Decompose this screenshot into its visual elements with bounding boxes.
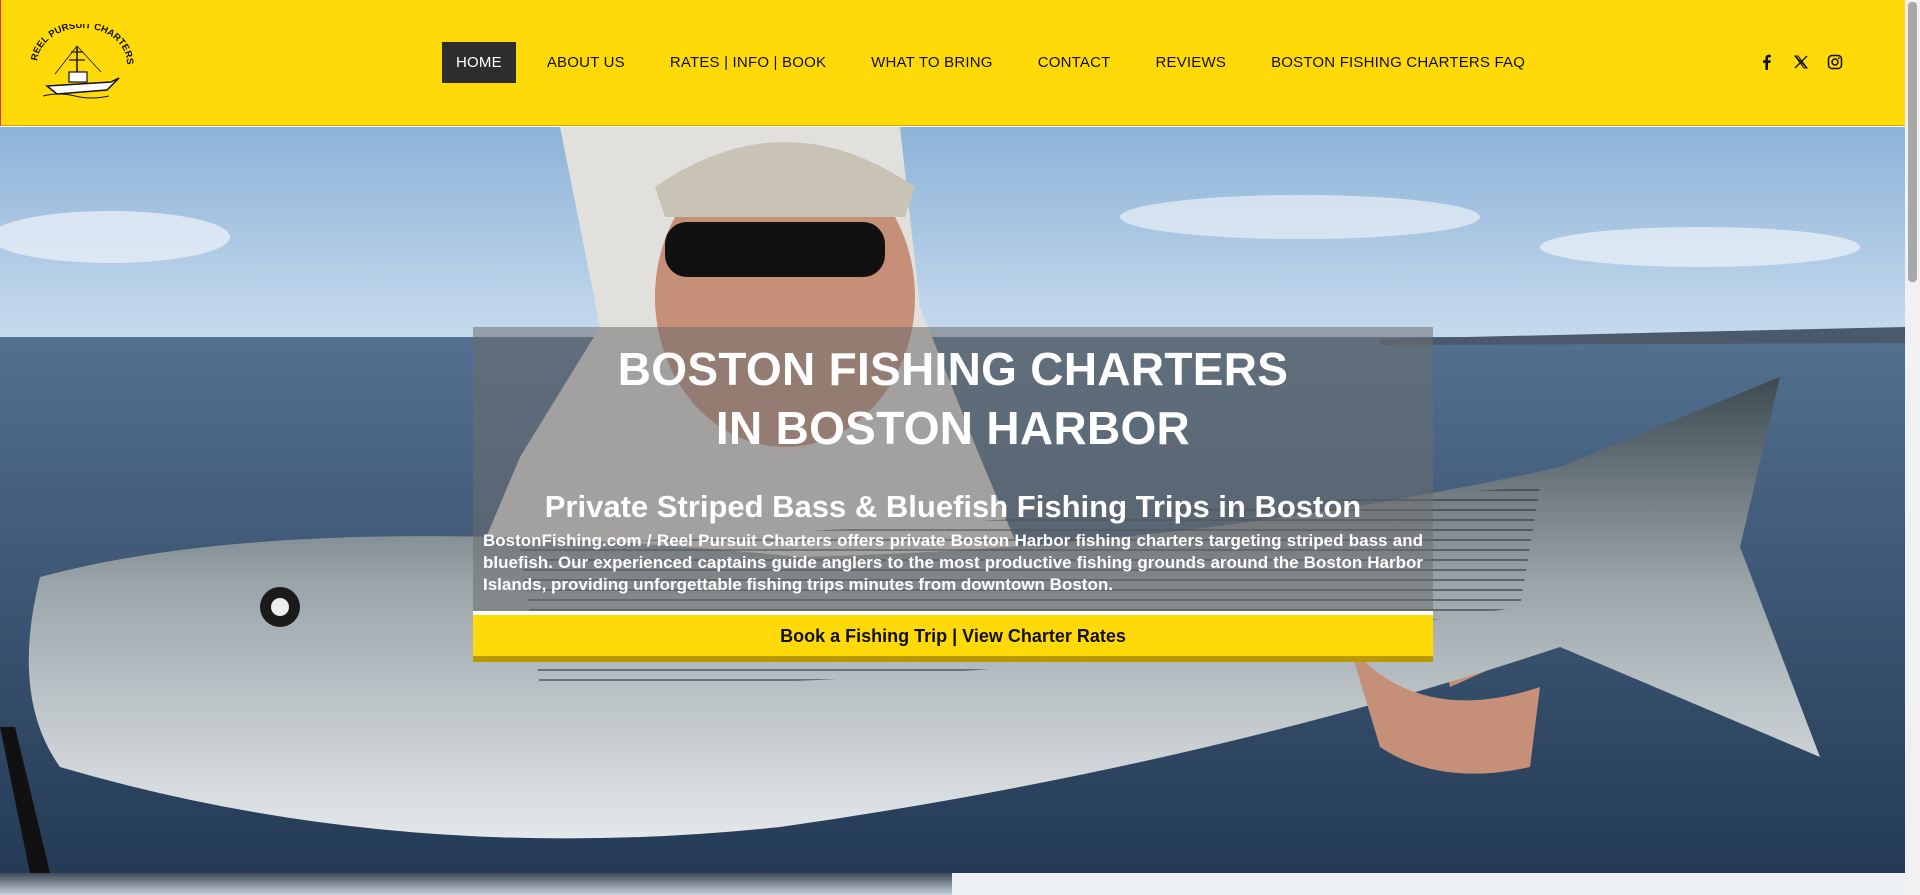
hero-description: BostonFishing.com / Reel Pursuit Charter… [483, 531, 1423, 594]
hero-title-line1: BOSTON FISHING CHARTERS [617, 343, 1289, 395]
site-header: REEL PURSUIT CHARTERS HOME ABOUT US RATE… [0, 0, 1905, 126]
reel-pursuit-logo[interactable]: REEL PURSUIT CHARTERS [29, 20, 135, 104]
nav-item-reviews[interactable]: REVIEWS [1141, 42, 1240, 83]
nav-item-rates-info-book[interactable]: RATES | INFO | BOOK [656, 42, 840, 83]
hero-title: BOSTON FISHING CHARTERS IN BOSTON HARBOR [473, 340, 1433, 458]
main-nav: HOME ABOUT US RATES | INFO | BOOK WHAT T… [442, 42, 1556, 83]
hero-title-line2: IN BOSTON HARBOR [715, 402, 1191, 454]
book-trip-button[interactable]: Book a Fishing Trip | View Charter Rates [473, 611, 1433, 662]
next-section-panel [952, 873, 1905, 895]
nav-item-contact[interactable]: CONTACT [1024, 42, 1125, 83]
x-twitter-icon[interactable] [1793, 54, 1809, 70]
nav-item-faq[interactable]: BOSTON FISHING CHARTERS FAQ [1257, 42, 1539, 83]
nav-item-home[interactable]: HOME [442, 42, 516, 83]
social-links [1759, 54, 1843, 70]
next-section-image [0, 873, 952, 895]
nav-item-about-us[interactable]: ABOUT US [533, 42, 639, 83]
facebook-icon[interactable] [1759, 54, 1775, 70]
hero-subtitle: Private Striped Bass & Bluefish Fishing … [544, 489, 1362, 524]
hero-section: BOSTON FISHING CHARTERS IN BOSTON HARBOR… [0, 127, 1905, 873]
instagram-icon[interactable] [1827, 54, 1843, 70]
svg-text:REEL PURSUIT CHARTERS: REEL PURSUIT CHARTERS [29, 24, 135, 65]
nav-item-what-to-bring[interactable]: WHAT TO BRING [857, 42, 1007, 83]
scrollbar-thumb[interactable] [1908, 2, 1917, 282]
